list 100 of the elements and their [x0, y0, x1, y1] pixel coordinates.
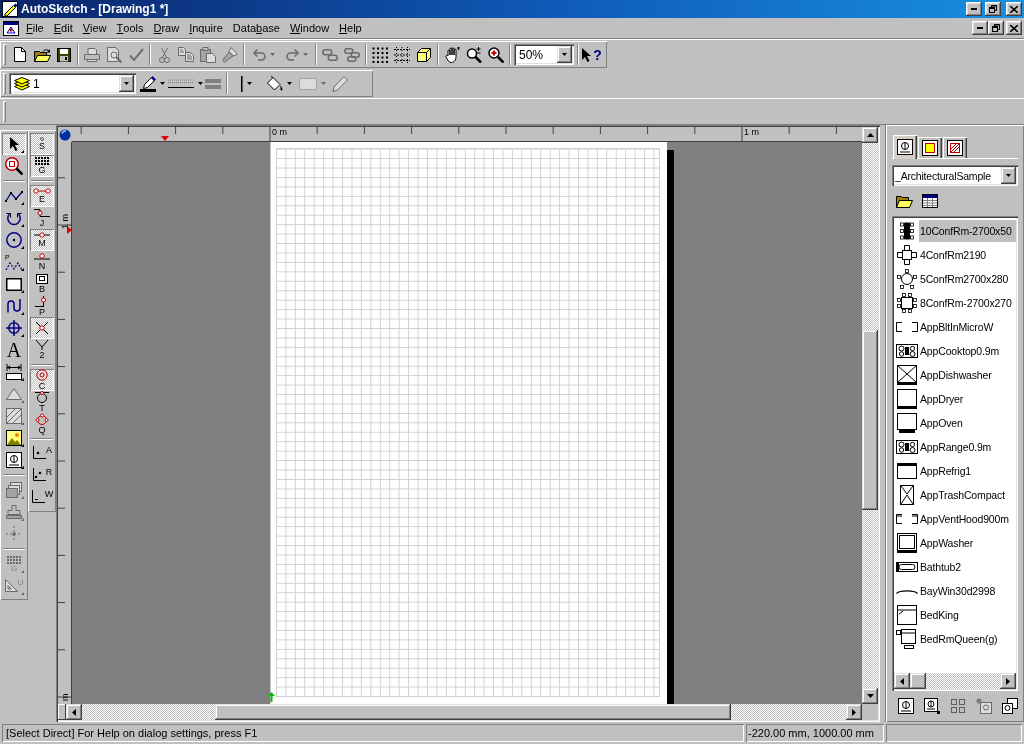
symbol-list-item[interactable]: AppDishwasher	[919, 364, 1016, 386]
minimize-icon	[977, 27, 983, 29]
origin-marker-icon	[268, 692, 275, 702]
scissors-icon	[158, 46, 170, 63]
stamp-icon	[6, 505, 22, 519]
text-tool-button[interactable]: A	[2, 339, 26, 361]
snap-button[interactable]: M	[30, 229, 54, 251]
symbol-list-item[interactable]: Bathtub2	[919, 556, 1016, 578]
symbol-list-item[interactable]: AppTrashCompact	[919, 484, 1016, 506]
panel-tab[interactable]	[893, 135, 917, 159]
minimize-button[interactable]	[966, 2, 982, 16]
close-button[interactable]	[1006, 2, 1022, 16]
symbol-list-item[interactable]: 4ConfRm2190	[919, 244, 1016, 266]
toolbar-grip[interactable]	[3, 44, 6, 65]
panel-tab[interactable]	[918, 137, 942, 158]
two-pages-icon	[178, 47, 194, 62]
snap-button[interactable]: W	[30, 487, 54, 509]
restore-button[interactable]	[985, 2, 1001, 16]
status-coordinates: -220.00 mm, 1000.00 mm	[746, 724, 884, 742]
menu-item[interactable]: Inquire	[184, 19, 228, 37]
menu-item[interactable]: Tools	[111, 19, 149, 37]
nested-square-icon	[896, 533, 917, 553]
scroll-right-button[interactable]	[1000, 673, 1016, 689]
scrollbar-thumb[interactable]	[215, 704, 731, 720]
snap-button[interactable]: C	[30, 369, 54, 391]
symbol-list-item[interactable]: AppVentHood900m	[919, 508, 1016, 530]
scroll-up-button[interactable]	[862, 127, 878, 143]
symbol-list-item[interactable]: BayWin30d2998	[919, 580, 1016, 602]
window-title: AutoSketch - [Drawing1 *]	[21, 2, 170, 16]
symbol-list-item[interactable]: AppBltInMicroW	[919, 316, 1016, 338]
symbol-list-item[interactable]: BedRmQueen(g)	[919, 628, 1016, 650]
bed-nightstand-icon	[895, 629, 918, 649]
layer-combo[interactable]: 1	[9, 73, 136, 94]
horizontal-scrollbar[interactable]	[58, 704, 862, 720]
symbol-list-item[interactable]: 10ConfRm-2700x50	[919, 220, 1016, 242]
snap-button[interactable]	[30, 317, 54, 339]
library-combo[interactable]: _ArchitecturalSample	[892, 165, 1018, 186]
snap-button[interactable]: G	[30, 155, 54, 177]
symbol-list-item[interactable]: AppOven	[919, 412, 1016, 434]
page-icon	[14, 47, 26, 62]
circle-tangent-icon	[35, 391, 49, 403]
scrollbar-thumb[interactable]	[910, 673, 926, 689]
menu-item[interactable]: Help	[334, 19, 367, 37]
line-nearest-icon	[34, 253, 50, 261]
panel-tab[interactable]	[943, 137, 967, 158]
list-horizontal-scrollbar[interactable]	[894, 673, 1016, 689]
symbol-list-item[interactable]: AppRefrig1	[919, 460, 1016, 482]
symbol-list-item[interactable]: 5ConfRm2700x280	[919, 268, 1016, 290]
table-chairs-icon	[899, 220, 914, 242]
snap-button[interactable]: B	[30, 273, 54, 295]
dropdown-button[interactable]	[1001, 167, 1016, 184]
scrollbar-thumb[interactable]	[862, 330, 878, 510]
table-chairs-icon	[896, 245, 917, 265]
snap-button[interactable]: T	[30, 391, 54, 413]
symbol-list-item[interactable]: AppRange0.9m	[919, 436, 1016, 458]
dashed-grid-icon	[394, 46, 410, 63]
restore-button[interactable]	[988, 21, 1004, 35]
flyout-triangle-icon	[21, 268, 24, 271]
toolbar-grip[interactable]	[3, 73, 6, 94]
snap-button[interactable]: Q	[30, 413, 54, 435]
square-outline-icon	[896, 389, 917, 409]
symbol-list-item[interactable]: AppDryer	[919, 388, 1016, 410]
snap-button[interactable]: S	[30, 133, 54, 155]
snap-button[interactable]: A	[30, 443, 54, 465]
close-button[interactable]	[1006, 21, 1022, 35]
snap-button[interactable]: P	[30, 295, 54, 317]
dotted-cross-icon	[6, 526, 22, 542]
symbol-list-item[interactable]: AppCooktop0.9m	[919, 340, 1016, 362]
snap-button[interactable]: N	[30, 251, 54, 273]
zoom-combo[interactable]: 50%	[514, 44, 574, 65]
snap-button[interactable]: E	[30, 185, 54, 207]
menu-item[interactable]: Database	[227, 19, 285, 37]
symbol-list-item[interactable]: BedKing	[919, 604, 1016, 626]
scroll-left-button[interactable]	[66, 704, 82, 720]
document-icon	[3, 20, 19, 36]
wave-line-icon	[6, 299, 22, 313]
scroll-right-button[interactable]	[846, 704, 862, 720]
dropdown-button[interactable]	[557, 46, 572, 63]
table-view-button[interactable]	[919, 191, 941, 211]
menu-item[interactable]: View	[77, 19, 112, 37]
snap-button[interactable]: R	[30, 465, 54, 487]
menu-item[interactable]: Window	[284, 19, 335, 37]
vertical-scrollbar[interactable]	[862, 127, 878, 704]
flyout-triangle-icon	[21, 312, 24, 315]
symbol-list-item[interactable]: AppWasher	[919, 532, 1016, 554]
minimize-button[interactable]	[972, 21, 988, 35]
scroll-down-button[interactable]	[862, 688, 878, 704]
select-tool-button[interactable]	[2, 133, 26, 155]
snap-button[interactable]: 2	[30, 339, 54, 361]
split-handle[interactable]	[58, 704, 66, 720]
zoom-tool-button[interactable]	[2, 155, 26, 177]
menu-item[interactable]: Edit	[48, 19, 78, 37]
menu-item[interactable]: File	[21, 19, 49, 37]
dropdown-button[interactable]	[119, 75, 134, 92]
help-button[interactable]: ?	[581, 43, 603, 66]
menu-item[interactable]: Draw	[148, 19, 185, 37]
symbol-list-item[interactable]: 8ConfRm-2700x270	[919, 292, 1016, 314]
snap-button[interactable]: J	[30, 207, 54, 229]
scroll-left-button[interactable]	[894, 673, 910, 689]
toolbar-grip[interactable]	[3, 101, 6, 122]
